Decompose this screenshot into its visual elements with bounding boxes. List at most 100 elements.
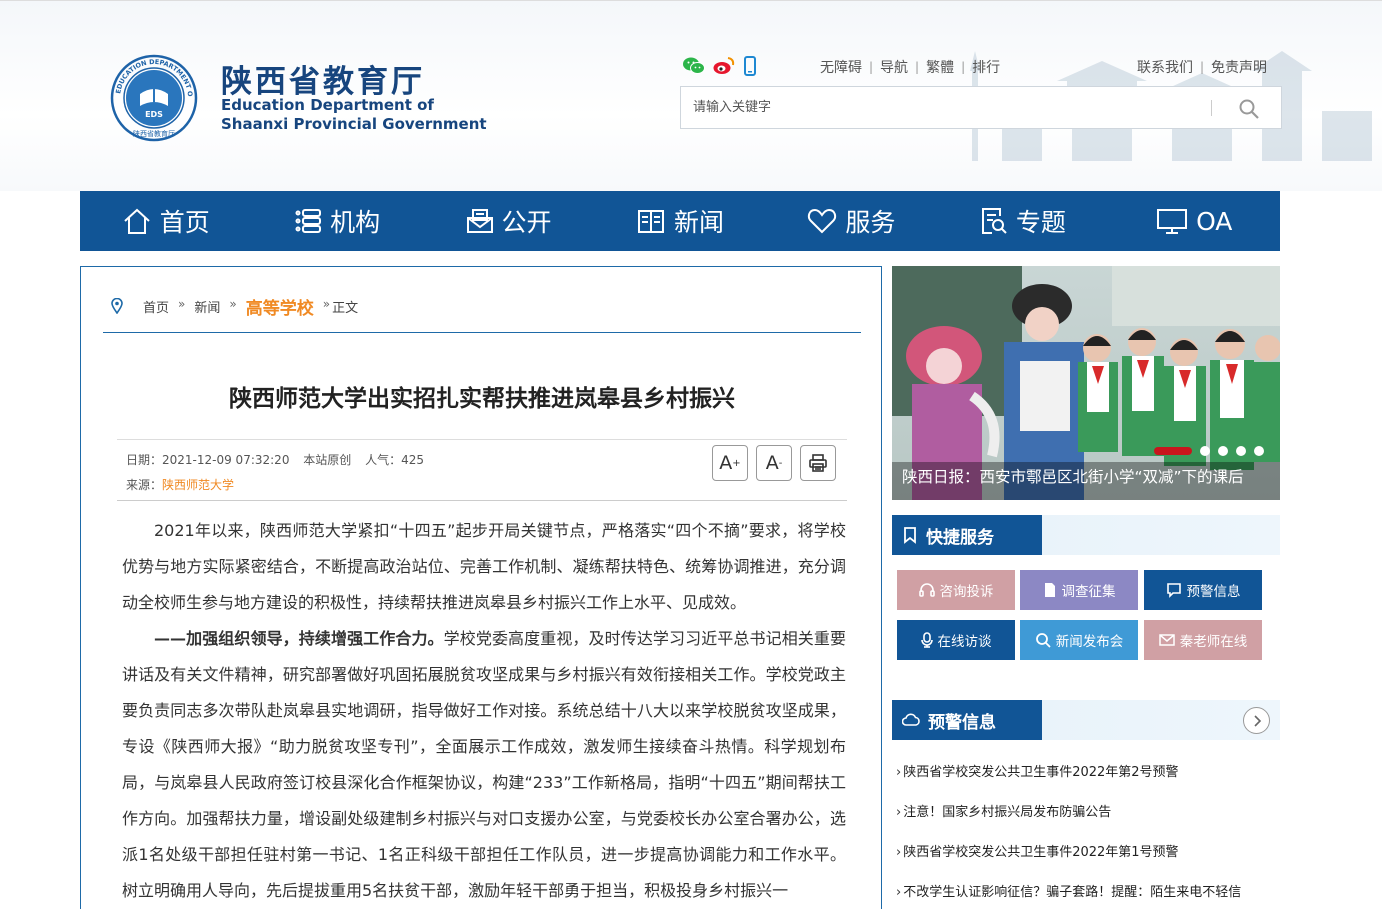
quick-service-header: 快捷服务 xyxy=(892,515,1280,555)
link-disclaimer[interactable]: 免责声明 xyxy=(1211,57,1267,77)
quick-button-label: 秦老师在线 xyxy=(1179,634,1248,650)
nav-home[interactable]: 首页 xyxy=(80,191,251,251)
site-title-cn: 陕西省教育厅 xyxy=(221,64,425,100)
home-icon xyxy=(124,208,150,234)
svg-text:陕西省教育厅: 陕西省教育厅 xyxy=(133,129,175,138)
breadcrumb-news[interactable]: 新闻 xyxy=(194,297,220,316)
weibo-icon[interactable] xyxy=(713,56,735,76)
site-title-en-line2: Shaanxi Provincial Government xyxy=(221,115,487,133)
nav-label: 新闻 xyxy=(673,208,724,237)
warning-item[interactable]: 注意！国家乡村振兴局发布防骗公告 xyxy=(896,801,1111,820)
quick-button-label: 调查征集 xyxy=(1061,584,1116,600)
file-icon xyxy=(1044,583,1055,597)
list-icon xyxy=(295,209,322,233)
link-accessibility[interactable]: 无障碍 xyxy=(820,57,862,77)
document-search-icon xyxy=(981,208,1007,234)
article-panel: 首页 » 新闻 » 高等学校 » 正文 陕西师范大学出实招扎实帮扶推进岚皋县乡村… xyxy=(80,266,882,909)
mail-icon xyxy=(1159,634,1175,646)
survey-button[interactable]: 调查征集 xyxy=(1020,570,1138,610)
location-pin-icon xyxy=(111,298,123,314)
consult-complaint-button[interactable]: 咨询投诉 xyxy=(897,570,1015,610)
warnings-more-button[interactable] xyxy=(1243,707,1270,734)
search-divider xyxy=(1211,100,1212,116)
link-contact-us[interactable]: 联系我们 xyxy=(1137,57,1193,77)
nav-label: 公开 xyxy=(501,208,552,237)
search-box xyxy=(680,86,1282,129)
press-conference-button[interactable]: 新闻发布会 xyxy=(1020,620,1138,660)
warning-item[interactable]: 陕西省学校突发公共卫生事件2022年第1号预警 xyxy=(896,841,1178,860)
cloud-icon xyxy=(902,713,920,726)
link-separator: | xyxy=(961,60,966,74)
quick-button-label: 在线访谈 xyxy=(937,634,992,650)
slide-dot[interactable] xyxy=(1236,446,1246,456)
online-interview-button[interactable]: 在线访谈 xyxy=(897,620,1015,660)
slideshow-caption[interactable]: 陕西日报：西安市鄠邑区北街小学“双减”下的课后 xyxy=(892,462,1280,500)
link-navigation[interactable]: 导航 xyxy=(880,57,908,77)
contact-links: 联系我们 | 免责声明 xyxy=(1137,57,1267,77)
breadcrumb-separator: » xyxy=(322,297,331,311)
article-meta: 日期：2021-12-09 07:32:20 本站原创 人气：425 来源：陕西… xyxy=(117,439,847,501)
nav-topics[interactable]: 专题 xyxy=(937,191,1108,251)
article-meta-line: 日期：2021-12-09 07:32:20 本站原创 人气：425 xyxy=(126,451,434,468)
nav-organization[interactable]: 机构 xyxy=(251,191,422,251)
warning-item[interactable]: 不改学生认证影响征信？骗子套路！提醒：陌生来电不轻信 xyxy=(896,881,1241,900)
quick-service-title: 快捷服务 xyxy=(926,527,994,548)
social-icons xyxy=(683,56,757,76)
warnings-title: 预警信息 xyxy=(928,712,996,733)
breadcrumb-separator: » xyxy=(178,297,186,311)
link-separator: | xyxy=(1200,60,1205,74)
headset-icon xyxy=(918,583,935,597)
quick-service-tab: 快捷服务 xyxy=(892,515,1042,555)
teacher-qin-online-button[interactable]: 秦老师在线 xyxy=(1144,620,1262,660)
breadcrumb-home[interactable]: 首页 xyxy=(143,297,169,316)
slide-dot[interactable] xyxy=(1200,446,1210,456)
quick-button-label: 新闻发布会 xyxy=(1055,634,1124,650)
nav-public[interactable]: 公开 xyxy=(423,191,594,251)
nav-oa[interactable]: OA xyxy=(1109,191,1280,251)
nav-label: 首页 xyxy=(159,208,210,237)
main-nav: 首页 机构 公开 新闻 服务 专题 OA xyxy=(80,191,1280,251)
link-traditional-chinese[interactable]: 繁體 xyxy=(926,57,954,77)
article-title: 陕西师范大学出实招扎实帮扶推进岚皋县乡村振兴 xyxy=(229,386,735,412)
photo-slideshow[interactable]: 陕西日报：西安市鄠邑区北街小学“双减”下的课后 xyxy=(892,266,1280,500)
font-increase-button[interactable]: A + xyxy=(712,445,748,481)
nav-label: OA xyxy=(1196,206,1233,236)
link-ranking[interactable]: 排行 xyxy=(972,57,1000,77)
slide-dot-active[interactable] xyxy=(1154,447,1192,455)
breadcrumb-separator: » xyxy=(229,297,237,311)
slide-dot[interactable] xyxy=(1218,446,1228,456)
print-button[interactable] xyxy=(800,445,836,481)
link-separator: | xyxy=(915,60,920,74)
search-icon xyxy=(1035,633,1051,648)
department-seal-logo[interactable]: EDS EDUCATION DEPARTMENT OF SHAANXI 陕西省教… xyxy=(110,54,198,142)
article-source: 陕西师范大学 xyxy=(162,478,235,492)
chevron-right-icon xyxy=(1253,714,1261,727)
article-paragraph: ——加强组织领导，持续增强工作合力。学校党委高度重视，及时传达学习习近平总书记相… xyxy=(122,621,846,909)
nav-service[interactable]: 服务 xyxy=(766,191,937,251)
warning-info-button[interactable]: 预警信息 xyxy=(1144,570,1262,610)
breadcrumb-tail: 正文 xyxy=(332,301,359,316)
nav-label: 机构 xyxy=(330,208,381,237)
font-decrease-button[interactable]: A- xyxy=(756,445,792,481)
nav-news[interactable]: 新闻 xyxy=(594,191,765,251)
article-source-label: 来源： xyxy=(126,478,163,492)
bookmark-icon xyxy=(904,527,916,544)
monitor-icon xyxy=(1157,209,1188,234)
quick-button-label: 预警信息 xyxy=(1186,584,1241,600)
wechat-icon[interactable] xyxy=(683,56,705,76)
article-views: 人气：425 xyxy=(365,453,425,467)
warning-item[interactable]: 陕西省学校突发公共卫生事件2022年第2号预警 xyxy=(896,761,1178,780)
printer-icon xyxy=(809,454,827,472)
search-icon[interactable] xyxy=(1237,97,1261,121)
chat-icon xyxy=(1166,583,1181,598)
heart-icon xyxy=(808,208,837,234)
mobile-icon[interactable] xyxy=(743,56,757,76)
site-title-en-line1: Education Department of xyxy=(221,96,434,114)
article-source-line: 来源：陕西师范大学 xyxy=(126,476,234,493)
breadcrumb: 首页 » 新闻 » 高等学校 » 正文 xyxy=(103,297,861,333)
article-date: 日期：2021-12-09 07:32:20 xyxy=(126,453,290,467)
breadcrumb-current-category[interactable]: 高等学校 xyxy=(246,294,314,319)
accessibility-links: 无障碍 | 导航 | 繁體 | 排行 xyxy=(820,57,1000,77)
slide-dot[interactable] xyxy=(1254,446,1264,456)
search-input[interactable] xyxy=(681,87,1201,128)
